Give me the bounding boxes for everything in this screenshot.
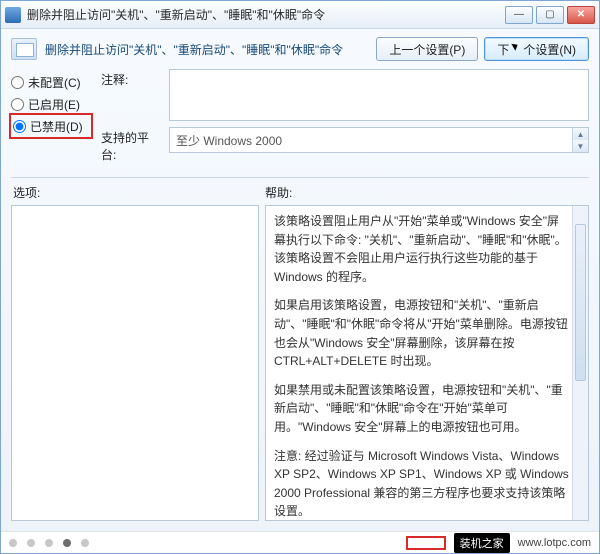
radio-disabled[interactable]: 已禁用(D) [11, 115, 91, 137]
radio-input[interactable] [11, 76, 24, 89]
brand-url: www.lotpc.com [518, 537, 591, 549]
radio-label: 未配置(C) [28, 74, 81, 91]
policy-icon [11, 38, 37, 60]
radio-enabled[interactable]: 已启用(E) [11, 93, 91, 115]
comment-input[interactable] [169, 69, 589, 121]
config-area: 未配置(C) 已启用(E) 已禁用(D) 注释: 支持的平台: 至少 Windo… [11, 69, 589, 169]
cursor-icon [511, 42, 521, 56]
radio-unconfigured[interactable]: 未配置(C) [11, 71, 91, 93]
window-title: 删除并阻止访问"关机"、"重新启动"、"睡眠"和"休眠"命令 [27, 6, 505, 23]
policy-description: 删除并阻止访问"关机"、"重新启动"、"睡眠"和"休眠"命令 [45, 41, 368, 58]
help-text: 该策略设置阻止用户从"开始"菜单或"Windows 安全"屏幕执行以下命令: "… [274, 212, 570, 286]
options-label: 选项: [11, 184, 259, 201]
close-button[interactable]: ✕ [567, 6, 595, 24]
dot [27, 539, 35, 547]
brand: 装机之家 www.lotpc.com [406, 533, 591, 553]
window-controls: — ▢ ✕ [505, 6, 595, 24]
prev-setting-button[interactable]: 上一个设置(P) [376, 37, 478, 61]
radio-label: 已启用(E) [28, 96, 80, 113]
radio-input[interactable] [11, 98, 24, 111]
help-text: 如果禁用或未配置该策略设置，电源按钮和"关机"、"重新启动"、"睡眠"和"休眠"… [274, 381, 570, 437]
pane-labels: 选项: 帮助: [11, 184, 589, 201]
app-icon [5, 7, 21, 23]
scroll-up-icon[interactable]: ▲ [572, 128, 588, 140]
platform-row: 支持的平台: 至少 Windows 2000 ▲ ▼ [101, 127, 589, 163]
dot [81, 539, 89, 547]
platform-label: 支持的平台: [101, 127, 161, 163]
platform-scroll: ▲ ▼ [572, 128, 588, 152]
dialog-window: 删除并阻止访问"关机"、"重新启动"、"睡眠"和"休眠"命令 — ▢ ✕ 删除并… [0, 0, 600, 554]
panes: 该策略设置阻止用户从"开始"菜单或"Windows 安全"屏幕执行以下命令: "… [11, 205, 589, 521]
dot-active [63, 539, 71, 547]
dot [45, 539, 53, 547]
state-radios: 未配置(C) 已启用(E) 已禁用(D) [11, 69, 91, 169]
fields: 注释: 支持的平台: 至少 Windows 2000 ▲ ▼ [101, 69, 589, 169]
minimize-button[interactable]: — [505, 6, 533, 24]
platform-text: 至少 Windows 2000 [176, 132, 282, 149]
comment-label: 注释: [101, 69, 161, 88]
dot [9, 539, 17, 547]
radio-label: 已禁用(D) [30, 118, 83, 135]
scroll-down-icon[interactable]: ▼ [572, 140, 588, 152]
comment-row: 注释: [101, 69, 589, 121]
titlebar: 删除并阻止访问"关机"、"重新启动"、"睡眠"和"休眠"命令 — ▢ ✕ [1, 1, 599, 29]
next-label-b: 个设置(N) [523, 41, 576, 58]
pager-dots [9, 539, 89, 547]
divider [11, 177, 589, 178]
help-scrollbar[interactable] [572, 206, 588, 520]
help-label: 帮助: [259, 184, 589, 201]
next-setting-button[interactable]: 下 个设置(N) [484, 37, 589, 61]
scrollbar-thumb[interactable] [575, 224, 586, 381]
help-text: 如果启用该策略设置，电源按钮和"关机"、"重新启动"、"睡眠"和"休眠"命令将从… [274, 296, 570, 370]
watermark-bar: 装机之家 www.lotpc.com [1, 531, 599, 553]
help-text: 注意: 经过验证与 Microsoft Windows Vista、Window… [274, 447, 570, 521]
content-area: 删除并阻止访问"关机"、"重新启动"、"睡眠"和"休眠"命令 上一个设置(P) … [1, 29, 599, 531]
help-pane: 该策略设置阻止用户从"开始"菜单或"Windows 安全"屏幕执行以下命令: "… [265, 205, 589, 521]
maximize-button[interactable]: ▢ [536, 6, 564, 24]
prev-label: 上一个设置(P) [389, 41, 465, 58]
nav-buttons: 上一个设置(P) 下 个设置(N) [376, 37, 589, 61]
radio-input[interactable] [13, 120, 26, 133]
platform-value: 至少 Windows 2000 ▲ ▼ [169, 127, 589, 153]
options-pane [11, 205, 259, 521]
highlight-box [406, 536, 446, 550]
header-row: 删除并阻止访问"关机"、"重新启动"、"睡眠"和"休眠"命令 上一个设置(P) … [11, 37, 589, 61]
next-label-a: 下 [497, 41, 509, 58]
brand-name: 装机之家 [454, 533, 510, 553]
